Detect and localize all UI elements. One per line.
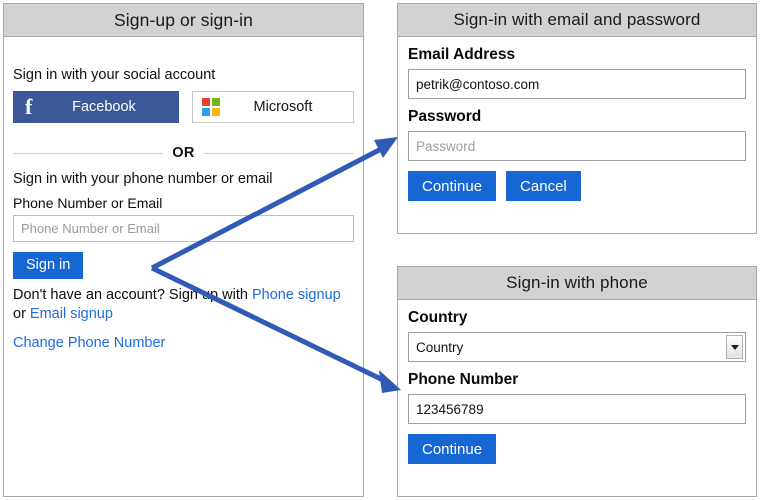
- or-divider: OR: [13, 145, 354, 161]
- phone-email-intro-label: Sign in with your phone number or email: [13, 171, 273, 187]
- panel-title-phone: Sign-in with phone: [398, 267, 756, 300]
- country-selected-value: Country: [416, 339, 464, 355]
- email-panel-button-row: Continue Cancel: [408, 171, 746, 201]
- panel-title-signup: Sign-up or sign-in: [4, 4, 363, 37]
- email-signup-link[interactable]: Email signup: [30, 306, 113, 322]
- chevron-down-icon[interactable]: [726, 335, 743, 359]
- signin-button[interactable]: Sign in: [13, 252, 84, 279]
- phone-signup-link[interactable]: Phone signup: [252, 287, 341, 303]
- email-address-input[interactable]: [408, 69, 746, 99]
- facebook-icon: f: [25, 94, 33, 119]
- microsoft-button-label: Microsoft: [253, 99, 313, 115]
- phone-panel-body: Country Country Phone Number Continue: [398, 309, 756, 464]
- signin-email-password-panel: Sign-in with email and password Email Ad…: [397, 3, 757, 234]
- divider-line-left: [13, 152, 164, 154]
- phone-number-label: Phone Number: [408, 371, 519, 388]
- phone-continue-button[interactable]: Continue: [408, 434, 497, 464]
- signup-or-text: or: [13, 306, 30, 322]
- microsoft-signin-button[interactable]: Microsoft: [191, 91, 354, 123]
- email-address-label: Email Address: [408, 46, 516, 63]
- facebook-signin-button[interactable]: f Facebook: [13, 91, 179, 123]
- signup-or-signin-panel: Sign-up or sign-in Sign in with your soc…: [3, 3, 364, 497]
- phone-number-input[interactable]: [408, 394, 746, 424]
- or-label: OR: [172, 145, 195, 161]
- panel-title-email: Sign-in with email and password: [398, 4, 756, 37]
- social-account-label: Sign in with your social account: [13, 67, 216, 83]
- change-phone-number-link[interactable]: Change Phone Number: [13, 335, 354, 351]
- phone-or-email-input[interactable]: [13, 215, 354, 242]
- screenshot-canvas: Sign-up or sign-in Sign in with your soc…: [0, 0, 760, 500]
- country-label: Country: [408, 309, 468, 326]
- password-label: Password: [408, 108, 482, 125]
- signup-prompt-text: Don't have an account? Sign up with: [13, 287, 252, 303]
- signup-prompt: Don't have an account? Sign up with Phon…: [13, 286, 353, 324]
- country-select[interactable]: Country: [408, 332, 746, 362]
- cancel-button[interactable]: Cancel: [506, 171, 581, 201]
- email-panel-body: Email Address Password Continue Cancel: [398, 46, 756, 201]
- signup-panel-body: Sign in with your social account f Faceb…: [4, 67, 363, 351]
- password-input[interactable]: [408, 131, 746, 161]
- signin-phone-panel: Sign-in with phone Country Country Phone…: [397, 266, 757, 497]
- microsoft-logo-icon: [201, 98, 220, 116]
- phone-or-email-label: Phone Number or Email: [13, 195, 163, 211]
- social-buttons-row: f Facebook Microsoft: [13, 91, 354, 123]
- divider-line-right: [203, 152, 354, 154]
- facebook-button-label: Facebook: [72, 99, 136, 115]
- continue-button[interactable]: Continue: [408, 171, 497, 201]
- phone-panel-button-row: Continue: [408, 434, 746, 464]
